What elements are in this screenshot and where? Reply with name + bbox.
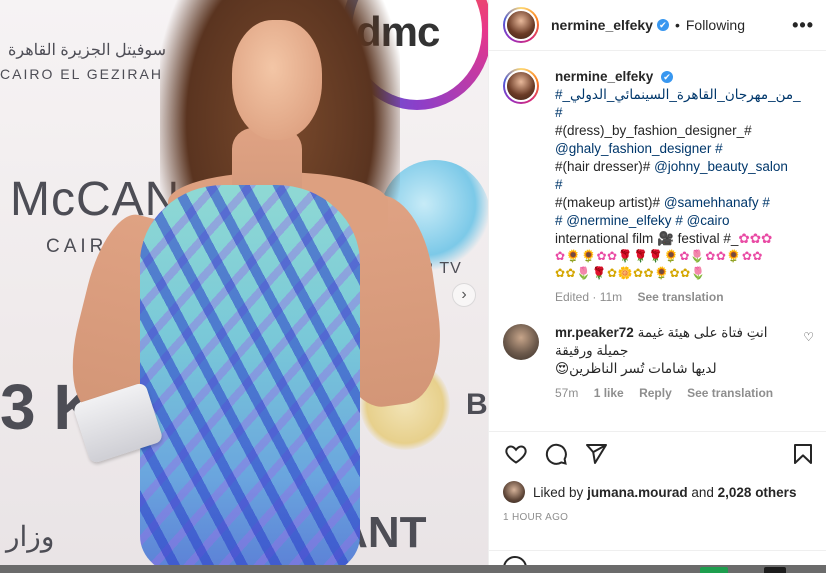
comment-text-line3: لديها شامات تُسر الناظرين: [569, 361, 717, 376]
comment-meta: 57m 1 like Reply See translation: [555, 384, 795, 402]
hashtag-festival[interactable]: #_من_مهرجان_القاهرة_السينمائي_الدولي_: [555, 86, 814, 104]
heart-eyes-emoji: 😍: [555, 361, 570, 376]
flower-emojis: ✿✿🌷🌹✿🌼✿✿🌻✿✿🌷: [555, 266, 707, 280]
mention-johny[interactable]: @johny_beauty_salon: [654, 159, 788, 174]
hashtag[interactable]: #: [762, 195, 770, 210]
mention-cairo[interactable]: @cairo: [687, 213, 730, 228]
verified-badge-icon: ✔: [661, 71, 674, 83]
header-separator: •: [674, 17, 680, 33]
heart-icon[interactable]: [503, 441, 529, 467]
likes-and: and: [691, 484, 714, 500]
background-sign-b: B: [466, 388, 488, 421]
taskbar-green-tab[interactable]: [700, 567, 728, 573]
caption-avatar[interactable]: [503, 68, 539, 104]
hashtag[interactable]: #: [555, 213, 563, 228]
edited-time: Edited · 11m: [555, 290, 623, 304]
comment-time: 57m: [555, 386, 579, 400]
sequin-dress: [140, 185, 360, 565]
comments-section[interactable]: nermine_elfeky ✔ #_من_مهرجان_القاهرة_الس…: [489, 52, 826, 430]
liker-username[interactable]: jumana.mourad: [587, 485, 688, 500]
caption-text: #(makeup artist)#: [555, 195, 661, 210]
browser-bottom-strip: [0, 565, 826, 573]
post-header: nermine_elfeky ✔ • Following •••: [489, 0, 826, 51]
post-photo[interactable]: سوفيتل الجزيرة القاهرة CAIRO EL GEZIRAH …: [0, 0, 488, 565]
mention-ghaly[interactable]: @ghaly_fashion_designer: [555, 141, 711, 156]
caption-text: #(dress)_by_fashion_designer_#: [555, 123, 752, 138]
comment-text-line3-wrap: لديها شامات تُسر الناظرين😍: [555, 360, 795, 378]
person-face: [232, 20, 322, 140]
more-options-icon[interactable]: •••: [792, 15, 814, 36]
comment-text-line2: جميلة ورقيقة: [555, 343, 629, 358]
caption-text: international film 🎥 festival #_: [555, 231, 739, 246]
caption-username[interactable]: nermine_elfeky: [555, 69, 653, 84]
background-sign-gezirah: CAIRO EL GEZIRAH: [0, 66, 163, 82]
caption-text: #(hair dresser)#: [555, 159, 651, 174]
comment-text-line1: انتِ فتاة على هيئة غيمة: [637, 325, 768, 340]
comment-icon[interactable]: [543, 441, 569, 467]
background-sign-arabic-bottom: وزار: [6, 521, 55, 552]
caption-meta: Edited · 11m See translation: [555, 288, 814, 306]
bookmark-icon[interactable]: [790, 441, 816, 467]
hashtag[interactable]: #: [715, 141, 723, 156]
see-translation-link[interactable]: See translation: [687, 386, 773, 400]
flower-emojis: ✿🌻🌻✿✿🌹🌹🌹🌻✿🌷✿✿🌻✿✿: [555, 249, 763, 263]
author-avatar[interactable]: [503, 7, 539, 43]
following-button[interactable]: Following: [686, 17, 745, 33]
caption-entry: nermine_elfeky ✔ #_من_مهرجان_القاهرة_الس…: [503, 68, 814, 306]
likes-others-count[interactable]: 2,028 others: [718, 485, 797, 500]
post-timestamp[interactable]: 1 HOUR AGO: [503, 512, 568, 523]
likes-prefix: Liked by: [533, 484, 584, 500]
comment-likes[interactable]: 1 like: [594, 386, 624, 400]
mention-sameh[interactable]: @samehhanafy: [664, 195, 759, 210]
chevron-right-icon: ›: [461, 286, 467, 303]
liker-avatar[interactable]: [503, 481, 525, 503]
action-bar: [489, 431, 826, 475]
reply-button[interactable]: Reply: [639, 386, 672, 400]
likes-summary: Liked by jumana.mourad and 2,028 others: [503, 481, 814, 503]
hashtag[interactable]: #: [555, 176, 814, 194]
mention-nermine[interactable]: @nermine_elfeky: [566, 213, 671, 228]
share-icon[interactable]: [583, 441, 609, 467]
hashtag[interactable]: #: [675, 213, 683, 228]
comment-entry: mr.peaker72 انتِ فتاة على هيئة غيمة جميل…: [503, 324, 814, 402]
see-translation-link[interactable]: See translation: [638, 290, 724, 304]
verified-badge-icon: ✔: [656, 19, 669, 31]
flower-emojis: ✿✿✿: [738, 231, 773, 246]
commenter-username[interactable]: mr.peaker72: [555, 325, 634, 340]
comment-like-heart-icon[interactable]: ♡: [803, 330, 814, 402]
post-side-panel: nermine_elfeky ✔ • Following ••• nermine…: [488, 0, 826, 573]
commenter-avatar[interactable]: [503, 324, 539, 360]
carousel-next-button[interactable]: ›: [452, 283, 476, 307]
taskbar-dark-tab[interactable]: [764, 567, 786, 573]
author-username[interactable]: nermine_elfeky: [551, 17, 653, 33]
hashtag[interactable]: #: [555, 104, 814, 122]
background-sign-arabic: سوفيتل الجزيرة القاهرة: [8, 42, 167, 59]
